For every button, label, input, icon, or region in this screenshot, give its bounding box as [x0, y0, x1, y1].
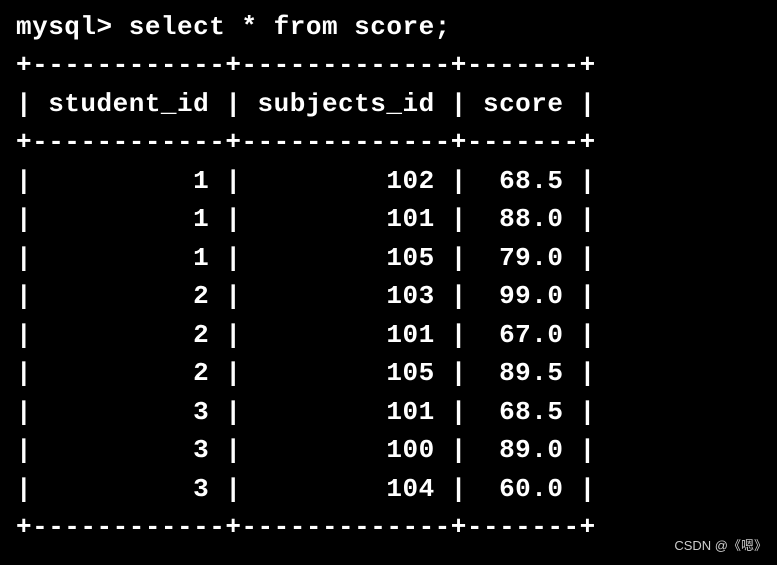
table-row: | 1 | 105 | 79.0 | — [16, 239, 777, 277]
table-row: | 1 | 102 | 68.5 | — [16, 162, 777, 200]
sql-query: select * from score; — [129, 12, 451, 42]
table-border-mid: +------------+-------------+-------+ — [16, 123, 777, 161]
watermark: CSDN @《嗯》 — [674, 536, 767, 555]
table-border-top: +------------+-------------+-------+ — [16, 46, 777, 84]
table-row: | 1 | 101 | 88.0 | — [16, 200, 777, 238]
table-row: | 2 | 101 | 67.0 | — [16, 316, 777, 354]
table-row: | 2 | 105 | 89.5 | — [16, 354, 777, 392]
table-row: | 2 | 103 | 99.0 | — [16, 277, 777, 315]
mysql-prompt: mysql> — [16, 12, 129, 42]
query-line: mysql> select * from score; — [16, 8, 777, 46]
table-header: | student_id | subjects_id | score | — [16, 85, 777, 123]
table-row: | 3 | 100 | 89.0 | — [16, 431, 777, 469]
table-row: | 3 | 104 | 60.0 | — [16, 470, 777, 508]
table-row: | 3 | 101 | 68.5 | — [16, 393, 777, 431]
table-border-bottom: +------------+-------------+-------+ — [16, 508, 777, 546]
